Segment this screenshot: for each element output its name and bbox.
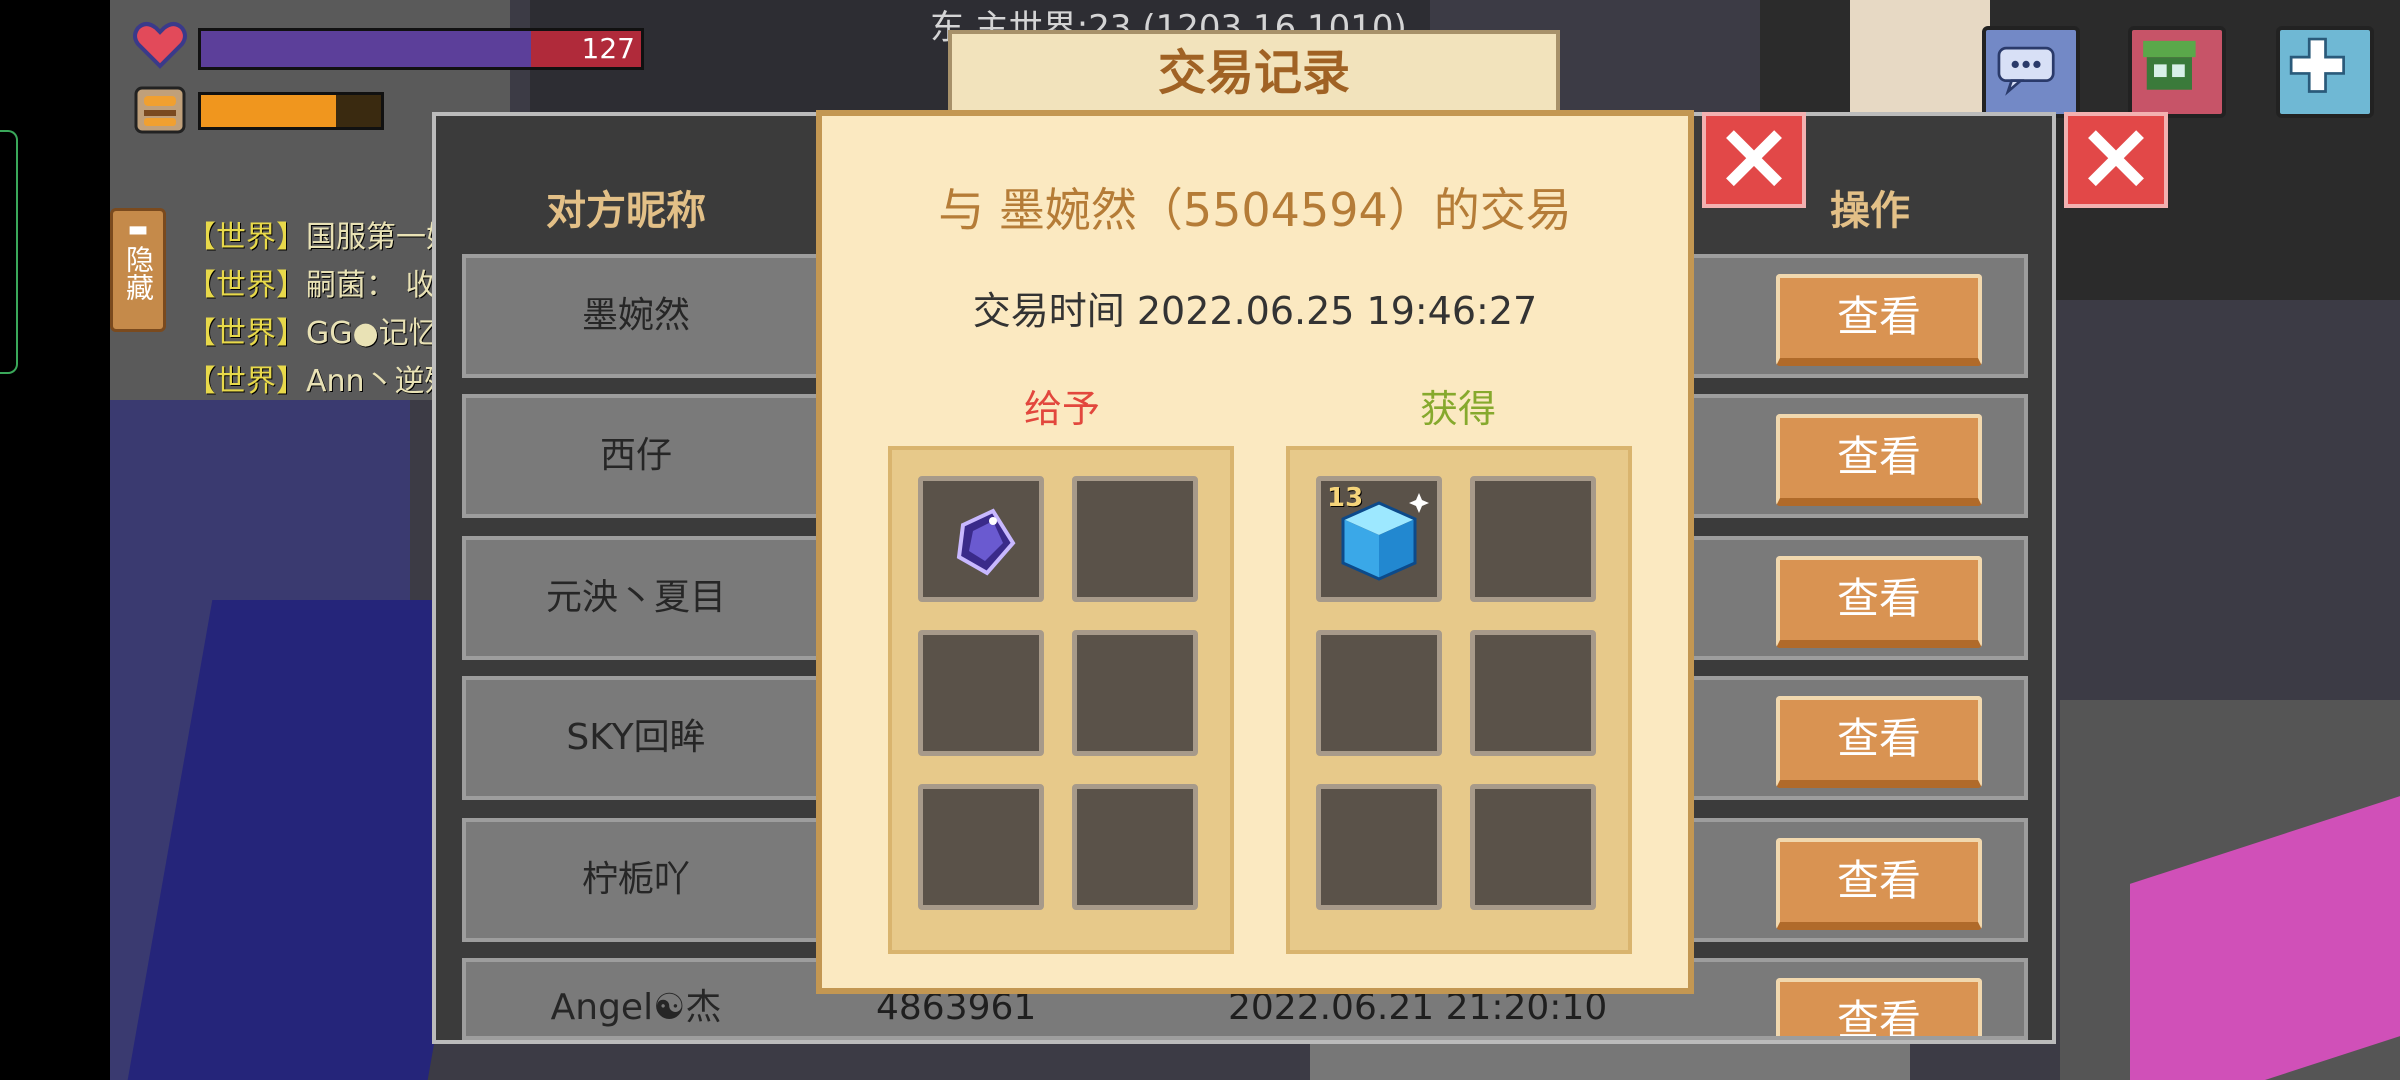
column-header-name: 对方昵称 xyxy=(546,188,706,234)
shop-button[interactable] xyxy=(2128,26,2226,118)
item-count: 13 xyxy=(1327,483,1364,513)
view-button[interactable]: 查看 xyxy=(1776,274,1982,366)
row-name: 墨婉然 xyxy=(581,295,690,336)
food-bar-fill xyxy=(201,95,336,127)
shop-icon xyxy=(2143,40,2196,90)
item-slot[interactable] xyxy=(1072,476,1198,602)
chat-icon: ▬ xyxy=(127,217,149,242)
receive-label: 获得 xyxy=(1420,387,1497,431)
view-button[interactable]: 查看 xyxy=(1776,696,1982,788)
trade-records-title: 交易记录 xyxy=(948,30,1560,116)
item-slot[interactable] xyxy=(918,630,1044,756)
item-slot[interactable]: 13 xyxy=(1316,476,1442,602)
hide-chat-label: 隐藏 xyxy=(122,245,155,301)
item-slot[interactable] xyxy=(1072,784,1198,910)
food-bar xyxy=(198,92,384,130)
health-value: 127 xyxy=(581,32,635,65)
chat-button[interactable] xyxy=(1982,26,2080,118)
health-bar-fill xyxy=(201,31,531,67)
add-button[interactable] xyxy=(2276,26,2374,118)
item-slot[interactable] xyxy=(918,784,1044,910)
close-icon xyxy=(1726,130,1782,187)
dialog-title: 与 墨婉然（5504594）的交易 xyxy=(938,183,1572,237)
chat-bubble-icon xyxy=(1997,46,2055,96)
column-header-action: 操作 xyxy=(1830,188,1910,234)
receive-inventory: 13 xyxy=(1286,446,1632,954)
crystal-gem-icon xyxy=(956,508,1016,576)
item-slot[interactable] xyxy=(1470,476,1596,602)
row-name: 元泱丶夏目 xyxy=(545,577,726,618)
trade-time: 交易时间 2022.06.25 19:46:27 xyxy=(972,289,1538,333)
food-icon xyxy=(134,86,186,134)
item-slot[interactable] xyxy=(1470,630,1596,756)
close-dialog-button[interactable] xyxy=(1702,112,1806,208)
plus-icon xyxy=(2289,37,2345,93)
item-slot[interactable] xyxy=(918,476,1044,602)
view-button[interactable]: 查看 xyxy=(1776,838,1982,930)
left-edge-handle xyxy=(0,130,18,374)
hide-chat-button[interactable]: ▬ 隐藏 xyxy=(110,208,166,332)
row-name: 柠栀吖 xyxy=(581,859,690,900)
view-button[interactable]: 查看 xyxy=(1776,414,1982,506)
trade-detail-dialog: 与 墨婉然（5504594）的交易 交易时间 2022.06.25 19:46:… xyxy=(816,110,1694,994)
heart-icon xyxy=(132,18,188,70)
chat-line: 【世界】Ann丶逆殇 xyxy=(186,364,455,399)
item-slot[interactable] xyxy=(1316,784,1442,910)
row-name: SKY回眸 xyxy=(566,717,706,758)
view-button[interactable]: 查看 xyxy=(1776,978,1982,1036)
item-slot[interactable] xyxy=(1072,630,1198,756)
item-slot[interactable] xyxy=(1316,630,1442,756)
give-inventory xyxy=(888,446,1234,954)
health-bar: 127 xyxy=(198,28,644,70)
close-icon xyxy=(2088,130,2144,187)
give-label: 给予 xyxy=(1024,387,1101,431)
view-button[interactable]: 查看 xyxy=(1776,556,1982,648)
row-name: 西仔 xyxy=(599,435,672,476)
close-records-button[interactable] xyxy=(2064,112,2168,208)
row-name: Angel☯杰 xyxy=(550,987,722,1028)
item-slot[interactable] xyxy=(1470,784,1596,910)
